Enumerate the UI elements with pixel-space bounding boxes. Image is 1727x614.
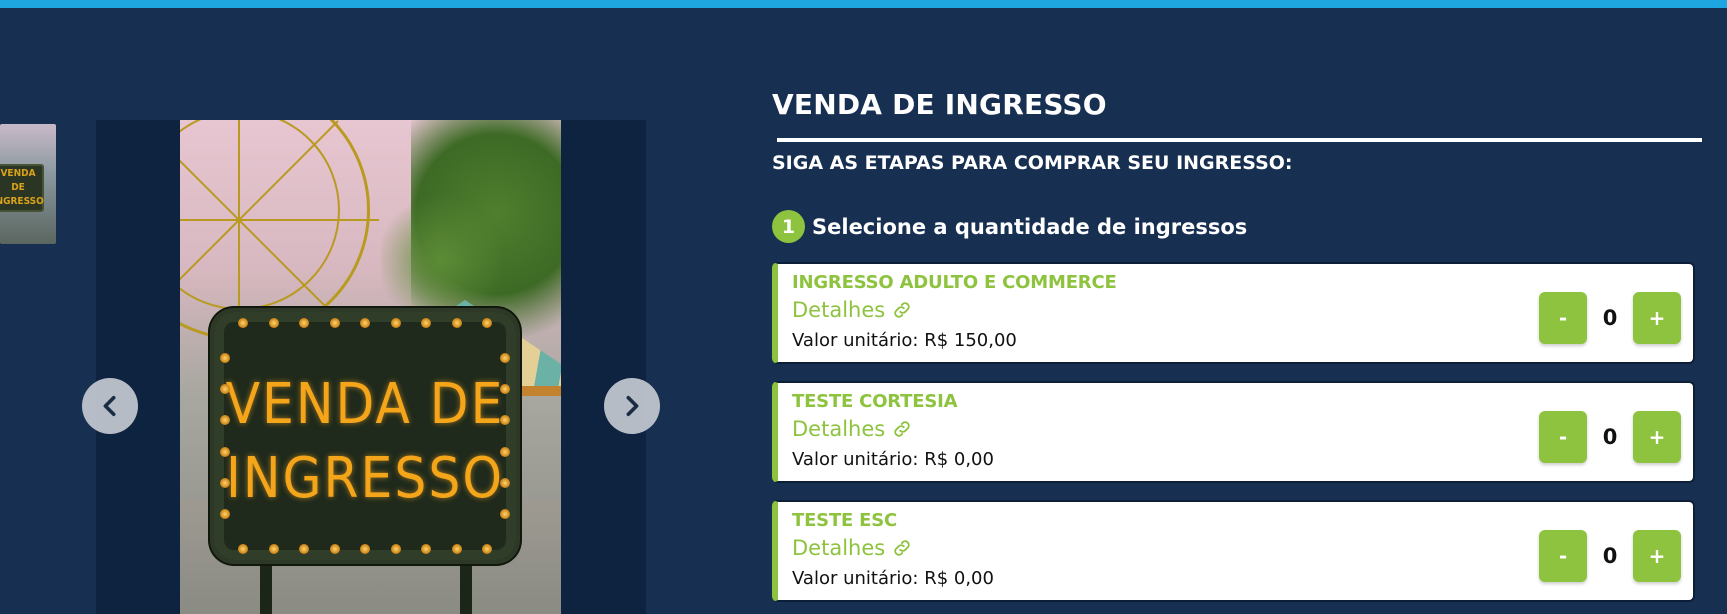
- title-divider: [777, 138, 1702, 142]
- steps-subtitle: SIGA AS ETAPAS PARA COMPRAR SEU INGRESSO…: [772, 152, 1293, 174]
- link-icon: [894, 302, 910, 318]
- ticket-details-link[interactable]: Detalhes: [792, 536, 913, 560]
- marquee-bulb: [500, 353, 510, 364]
- page-title: VENDA DE INGRESSO: [772, 88, 1107, 121]
- marquee-bulb: [220, 508, 230, 519]
- marquee-bulb: [299, 318, 309, 328]
- sign-post: [260, 560, 272, 614]
- gallery-next-button[interactable]: [604, 378, 660, 434]
- step-number-badge: 1: [772, 210, 805, 243]
- ticket-details-link[interactable]: Detalhes: [792, 417, 913, 441]
- marquee-bulb: [451, 318, 462, 328]
- ticket-details-link[interactable]: Detalhes: [792, 298, 913, 322]
- details-label: Detalhes: [792, 536, 886, 560]
- decrement-button[interactable]: -: [1539, 530, 1587, 582]
- thumbnail-sign-text: VENDA DE INGRESSO: [0, 164, 44, 212]
- marquee-bulb: [390, 318, 401, 328]
- increment-button[interactable]: +: [1633, 530, 1681, 582]
- ferris-wheel-decoration: [180, 219, 379, 221]
- gallery-main-frame: VENDA DE INGRESSO: [96, 120, 646, 614]
- marquee-bulb: [238, 544, 248, 554]
- marquee-bulb: [329, 318, 340, 328]
- chevron-right-icon: [626, 395, 639, 417]
- marquee-bulb: [360, 544, 370, 554]
- ticket-unit-price: Valor unitário: R$ 0,00: [792, 568, 994, 589]
- ticket-name: INGRESSO ADULTO E COMMERCE: [792, 272, 1117, 293]
- marquee-bulb: [220, 446, 230, 457]
- marquee-bulb: [268, 544, 279, 554]
- decrement-button[interactable]: -: [1539, 411, 1587, 463]
- marquee-bulb: [220, 477, 230, 488]
- marquee-bulb: [360, 318, 370, 328]
- marquee-bulb: [238, 318, 248, 328]
- marquee-bulb: [299, 544, 309, 554]
- marquee-bulb: [220, 353, 230, 364]
- sign-text: VENDA DE INGRESSO: [225, 372, 505, 511]
- ticket-card: TESTE ESC Detalhes Valor unitário: R$ 0,…: [772, 500, 1695, 602]
- gallery-thumbnail[interactable]: VENDA DE INGRESSO: [0, 124, 56, 244]
- link-icon: [894, 540, 910, 556]
- ticket-card: TESTE CORTESIA Detalhes Valor unitário: …: [772, 381, 1695, 483]
- marquee-bulb: [268, 318, 279, 328]
- sign-post: [460, 560, 472, 614]
- quantity-stepper: - 0 +: [1539, 411, 1681, 463]
- step-label: Selecione a quantidade de ingressos: [812, 214, 1248, 239]
- ticket-unit-price: Valor unitário: R$ 0,00: [792, 449, 994, 470]
- chevron-left-icon: [103, 395, 116, 417]
- marquee-bulb: [329, 544, 340, 554]
- link-icon: [894, 421, 910, 437]
- decrement-button[interactable]: -: [1539, 292, 1587, 344]
- quantity-value: 0: [1602, 544, 1618, 568]
- quantity-stepper: - 0 +: [1539, 530, 1681, 582]
- marquee-sign: VENDA DE INGRESSO: [210, 308, 520, 564]
- details-label: Detalhes: [792, 417, 886, 441]
- ticket-card: INGRESSO ADULTO E COMMERCE Detalhes Valo…: [772, 262, 1695, 364]
- marquee-bulb: [390, 544, 401, 554]
- marquee-bulb: [451, 544, 462, 554]
- increment-button[interactable]: +: [1633, 292, 1681, 344]
- marquee-bulb: [482, 318, 492, 328]
- marquee-bulb: [482, 544, 492, 554]
- ticket-name: TESTE ESC: [792, 510, 898, 531]
- details-label: Detalhes: [792, 298, 886, 322]
- quantity-value: 0: [1602, 425, 1618, 449]
- gallery-prev-button[interactable]: [82, 378, 138, 434]
- marquee-bulb: [500, 508, 510, 519]
- ticket-unit-price: Valor unitário: R$ 150,00: [792, 330, 1017, 351]
- ticket-name: TESTE CORTESIA: [792, 391, 958, 412]
- event-banner-image: VENDA DE INGRESSO: [180, 120, 561, 614]
- image-gallery: VENDA DE INGRESSO VENDA DE INGRESSO: [0, 0, 700, 614]
- quantity-stepper: - 0 +: [1539, 292, 1681, 344]
- quantity-value: 0: [1602, 306, 1618, 330]
- marquee-bulb: [500, 446, 510, 457]
- step-header: 1 Selecione a quantidade de ingressos: [772, 210, 1247, 243]
- increment-button[interactable]: +: [1633, 411, 1681, 463]
- marquee-bulb: [421, 318, 431, 328]
- marquee-bulb: [500, 477, 510, 488]
- ticket-sale-panel: VENDA DE INGRESSO SIGA AS ETAPAS PARA CO…: [772, 0, 1702, 614]
- marquee-bulb: [421, 544, 431, 554]
